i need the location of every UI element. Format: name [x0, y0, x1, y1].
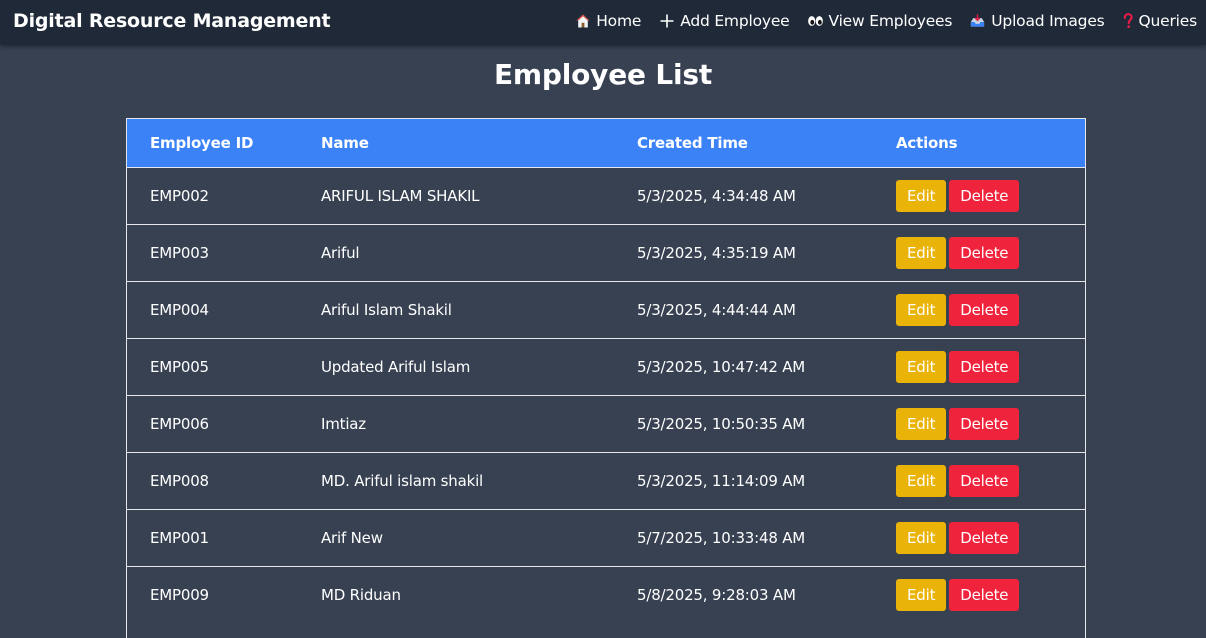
employee-name-cell: Imtiaz — [321, 395, 637, 453]
table-row: EMP009 MD Riduan 5/8/2025, 9:28:03 AM Ed… — [126, 566, 1086, 623]
table-row: EMP008 MD. Ariful islam shakil 5/3/2025,… — [126, 452, 1086, 510]
employee-name-cell: Ariful — [321, 224, 637, 282]
delete-button[interactable]: Delete — [949, 465, 1020, 497]
employee-table-container: Employee ID Name Created Time Actions EM… — [126, 118, 1086, 638]
header-actions: Actions — [896, 118, 1086, 168]
actions-cell: Edit Delete — [896, 395, 1086, 453]
created-time-cell: 5/3/2025, 11:14:09 AM — [637, 452, 896, 510]
nav-view-employees-link[interactable]: View Employees — [807, 12, 953, 30]
nav-home-link[interactable]: Home — [574, 12, 641, 30]
employee-table: Employee ID Name Created Time Actions EM… — [126, 118, 1086, 623]
edit-button[interactable]: Edit — [896, 237, 947, 269]
employee-id-cell: EMP009 — [126, 566, 321, 623]
actions-cell: Edit Delete — [896, 452, 1086, 510]
employee-name-cell: Ariful Islam Shakil — [321, 281, 637, 339]
header-employee-id: Employee ID — [126, 118, 321, 168]
employee-id-cell: EMP006 — [126, 395, 321, 453]
nav-links: Home Add Employee View Employees Upload … — [574, 0, 1197, 42]
table-row: EMP006 Imtiaz 5/3/2025, 10:50:35 AM Edit… — [126, 395, 1086, 453]
employee-id-cell: EMP008 — [126, 452, 321, 510]
delete-button[interactable]: Delete — [949, 237, 1020, 269]
actions-cell: Edit Delete — [896, 509, 1086, 567]
table-row: EMP005 Updated Ariful Islam 5/3/2025, 10… — [126, 338, 1086, 396]
created-time-cell: 5/8/2025, 9:28:03 AM — [637, 566, 896, 623]
edit-button[interactable]: Edit — [896, 408, 947, 440]
question-mark-icon — [1122, 13, 1134, 30]
edit-button[interactable]: Edit — [896, 351, 947, 383]
table-row: EMP001 Arif New 5/7/2025, 10:33:48 AM Ed… — [126, 509, 1086, 567]
employee-name-cell: ARIFUL ISLAM SHAKIL — [321, 167, 637, 225]
actions-cell: Edit Delete — [896, 338, 1086, 396]
created-time-cell: 5/3/2025, 10:47:42 AM — [637, 338, 896, 396]
edit-button[interactable]: Edit — [896, 522, 947, 554]
delete-button[interactable]: Delete — [949, 351, 1020, 383]
delete-button[interactable]: Delete — [949, 522, 1020, 554]
header-name: Name — [321, 118, 637, 168]
delete-button[interactable]: Delete — [949, 408, 1020, 440]
table-row: EMP002 ARIFUL ISLAM SHAKIL 5/3/2025, 4:3… — [126, 167, 1086, 225]
delete-button[interactable]: Delete — [949, 294, 1020, 326]
inbox-tray-icon — [969, 13, 986, 30]
edit-button[interactable]: Edit — [896, 294, 947, 326]
delete-button[interactable]: Delete — [949, 579, 1020, 611]
table-row: EMP004 Ariful Islam Shakil 5/3/2025, 4:4… — [126, 281, 1086, 339]
nav-queries-label: Queries — [1138, 12, 1198, 30]
employee-id-cell: EMP002 — [126, 167, 321, 225]
actions-cell: Edit Delete — [896, 167, 1086, 225]
nav-upload-images-label: Upload Images — [991, 12, 1105, 30]
page-title: Employee List — [493, 58, 713, 91]
edit-button[interactable]: Edit — [896, 180, 947, 212]
table-row: EMP003 Ariful 5/3/2025, 4:35:19 AM Edit D… — [126, 224, 1086, 282]
app-title: Digital Resource Management — [13, 10, 331, 32]
nav-view-employees-label: View Employees — [828, 12, 953, 30]
created-time-cell: 5/3/2025, 4:34:48 AM — [637, 167, 896, 225]
created-time-cell: 5/3/2025, 10:50:35 AM — [637, 395, 896, 453]
eyes-icon — [807, 13, 824, 30]
top-navbar: Digital Resource Management Home Add Emp… — [0, 0, 1206, 45]
employee-id-cell: EMP003 — [126, 224, 321, 282]
house-icon — [574, 13, 591, 30]
actions-cell: Edit Delete — [896, 224, 1086, 282]
edit-button[interactable]: Edit — [896, 465, 947, 497]
header-created-time: Created Time — [637, 118, 896, 168]
edit-button[interactable]: Edit — [896, 579, 947, 611]
actions-cell: Edit Delete — [896, 566, 1086, 623]
nav-upload-images-link[interactable]: Upload Images — [969, 12, 1105, 30]
actions-cell: Edit Delete — [896, 281, 1086, 339]
employee-id-cell: EMP004 — [126, 281, 321, 339]
created-time-cell: 5/7/2025, 10:33:48 AM — [637, 509, 896, 567]
employee-name-cell: MD. Ariful islam shakil — [321, 452, 637, 510]
table-header-row: Employee ID Name Created Time Actions — [126, 118, 1086, 168]
employee-name-cell: Updated Ariful Islam — [321, 338, 637, 396]
nav-home-label: Home — [596, 12, 642, 30]
employee-id-cell: EMP005 — [126, 338, 321, 396]
nav-add-employee-link[interactable]: Add Employee — [658, 12, 790, 30]
nav-add-employee-label: Add Employee — [680, 12, 790, 30]
created-time-cell: 5/3/2025, 4:44:44 AM — [637, 281, 896, 339]
nav-queries-link[interactable]: Queries — [1122, 12, 1197, 30]
created-time-cell: 5/3/2025, 4:35:19 AM — [637, 224, 896, 282]
employee-name-cell: Arif New — [321, 509, 637, 567]
plus-icon — [658, 13, 675, 30]
employee-name-cell: MD Riduan — [321, 566, 637, 623]
delete-button[interactable]: Delete — [949, 180, 1020, 212]
employee-id-cell: EMP001 — [126, 509, 321, 567]
